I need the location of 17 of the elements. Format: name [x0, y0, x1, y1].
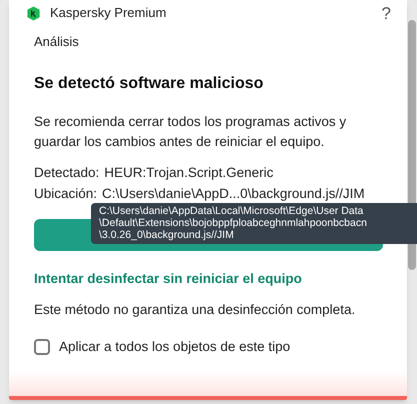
tooltip-line: \3.0.26_0\background.js//JIM	[99, 229, 235, 241]
detail-value: HEUR:Trojan.Script.Generic	[104, 164, 274, 182]
detail-label: Detectado:	[34, 164, 100, 182]
disinfect-note: Este método no garantiza una desinfección completa.	[34, 300, 356, 319]
detail-label: Ubicación:	[34, 184, 98, 202]
apply-checkbox[interactable]	[34, 339, 50, 356]
shield-logo-icon	[26, 6, 41, 20]
section-label: Análisis	[34, 33, 80, 51]
window-title: Kaspersky Premium	[50, 4, 166, 22]
tooltip-line: C:\Users\danie\AppData\Local\Microsoft\Edge\User Data	[99, 205, 364, 217]
tooltip-line: \Default\Extensions\bojobppfploabceghnmlahpoonbcbacn	[99, 217, 368, 229]
warning-message: Se recomienda cerrar todos los programas activos y guardar los cambios antes de reiniciar el equipo.	[34, 112, 348, 151]
detail-value: C:\Users\danie\AppD...0\background.js//JIM	[102, 184, 365, 203]
dialog-heading: Se detectó software malicioso	[34, 74, 264, 94]
disinfect-link[interactable]: Intentar desinfectar sin reiniciar el equipo	[34, 268, 391, 289]
help-button[interactable]: ?	[382, 4, 391, 22]
checkbox-label: Aplicar a todos los objetos de este tipo	[59, 338, 290, 356]
